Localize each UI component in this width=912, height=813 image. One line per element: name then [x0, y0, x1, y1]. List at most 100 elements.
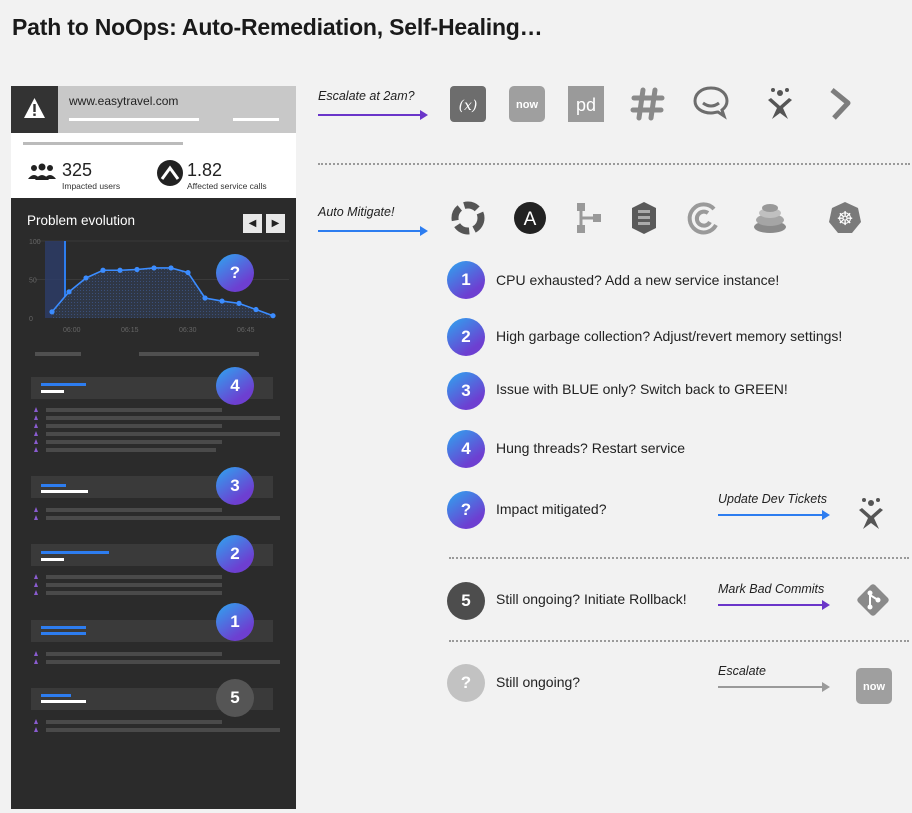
warning-icon: [11, 86, 58, 133]
servicenow-icon[interactable]: now: [856, 668, 892, 704]
service-calls-icon: [157, 160, 183, 186]
problem-evolution-chart: 100 50 0 06:00 06:15 06:30 06:45: [29, 239, 289, 334]
event-marker-icon: [34, 447, 38, 452]
step-text: High garbage collection? Adjust/revert m…: [496, 328, 843, 344]
event-marker-icon: [34, 727, 38, 732]
event-line: [41, 383, 86, 386]
event-detail-line: [46, 440, 222, 444]
chart-point: [202, 295, 208, 301]
event-marker-icon: [34, 507, 38, 512]
stats-bar: [23, 142, 183, 145]
hipchat-icon[interactable]: [693, 84, 729, 120]
event-badge[interactable]: 5: [216, 679, 254, 717]
event-marker-icon: [34, 423, 38, 428]
chart-point: [117, 267, 123, 273]
event-badge[interactable]: 4: [216, 367, 254, 405]
event-line: [41, 632, 86, 635]
event-marker-icon: [34, 415, 38, 420]
step-badge[interactable]: 5: [447, 582, 485, 620]
event-marker-icon: [34, 651, 38, 656]
chart-question-badge[interactable]: ?: [216, 254, 254, 292]
event-badge[interactable]: 2: [216, 535, 254, 573]
x-tick-label: 06:00: [63, 327, 81, 334]
pagerduty-text: pd: [576, 95, 596, 115]
chart-point: [185, 269, 191, 276]
event-detail-line: [46, 408, 222, 412]
mark-commits-label: Mark Bad Commits: [718, 582, 825, 596]
servicenow-text: now: [863, 681, 885, 693]
event-detail-line: [46, 660, 280, 664]
step-text: CPU exhausted? Add a new service instanc…: [496, 272, 780, 288]
stackstorm-icon[interactable]: [450, 200, 486, 236]
jira-icon[interactable]: [762, 86, 798, 122]
step-badge[interactable]: ?: [447, 491, 485, 529]
step-badge[interactable]: 1: [447, 261, 485, 299]
event-detail-line: [46, 424, 222, 428]
next-button[interactable]: ▶: [266, 214, 285, 233]
server-stack-icon[interactable]: [752, 200, 788, 236]
xmatters-icon[interactable]: (x): [450, 86, 486, 122]
mitigate-label: Auto Mitigate!: [318, 205, 395, 219]
chart-point: [100, 267, 106, 273]
jira-icon[interactable]: [853, 496, 889, 532]
event-detail-line: [46, 591, 222, 595]
event-line: [41, 626, 86, 629]
x-tick-label: 06:45: [237, 327, 255, 334]
prev-button[interactable]: ◀: [243, 214, 262, 233]
chart-point: [236, 300, 242, 306]
service-calls-value: 1.82: [187, 160, 223, 180]
escalate-action-label: Escalate: [718, 664, 766, 678]
victorops-icon[interactable]: [823, 86, 859, 122]
event-detail-line: [46, 720, 222, 724]
event-line: [41, 694, 71, 697]
chart-point: [168, 265, 174, 271]
step-badge[interactable]: ?: [447, 664, 485, 702]
event-line: [41, 551, 109, 554]
mitigate-arrow: [318, 226, 428, 236]
servicenow-icon[interactable]: now: [509, 86, 545, 122]
event-marker-icon: [34, 439, 38, 444]
page-title: Path to NoOps: Auto-Remediation, Self-He…: [12, 14, 543, 40]
step-badge[interactable]: 3: [447, 372, 485, 410]
section-divider: [449, 640, 909, 642]
header-bar: [233, 118, 279, 121]
chart-point: [270, 313, 276, 319]
update-tickets-arrow: [718, 510, 830, 520]
y-tick-label: 100: [29, 239, 41, 246]
chart-point: [219, 298, 225, 304]
section-divider: [449, 557, 909, 559]
kubernetes-icon[interactable]: ☸: [827, 200, 863, 236]
git-icon[interactable]: [855, 582, 891, 618]
y-tick-label: 0: [29, 316, 33, 323]
step-badge[interactable]: 4: [447, 430, 485, 468]
event-marker-icon: [34, 590, 38, 595]
chart-point: [151, 265, 157, 271]
event-line: [41, 558, 64, 561]
pagerduty-icon[interactable]: pd: [568, 86, 604, 122]
cloudcheck-icon[interactable]: [686, 200, 722, 236]
event-detail-line: [46, 575, 222, 579]
event-detail-line: [46, 508, 222, 512]
escalate-action-arrow: [718, 682, 830, 692]
event-marker-icon: [34, 407, 38, 412]
event-marker-icon: [34, 515, 38, 520]
step-badge[interactable]: 2: [447, 318, 485, 356]
event-badge[interactable]: 3: [216, 467, 254, 505]
escalate-label: Escalate at 2am?: [318, 89, 415, 103]
impact-stats: 325 Impacted users 1.82 Affected service…: [11, 133, 296, 198]
slack-icon[interactable]: [630, 86, 666, 122]
event-marker-icon: [34, 719, 38, 724]
section-divider: [318, 163, 910, 165]
event-badge[interactable]: 1: [216, 603, 254, 641]
update-tickets-label: Update Dev Tickets: [718, 492, 827, 506]
app-url[interactable]: www.easytravel.com: [69, 94, 178, 108]
step-text: Still ongoing? Initiate Rollback!: [496, 591, 687, 607]
aws-icon[interactable]: [626, 200, 662, 236]
y-tick-label: 50: [29, 278, 37, 285]
ansible-letter: A: [524, 209, 537, 230]
x-tick-label: 06:15: [121, 327, 139, 334]
graph-icon[interactable]: [571, 200, 607, 236]
header-bar: [69, 118, 199, 121]
ansible-icon[interactable]: A: [512, 200, 548, 236]
timeline-bar: [35, 352, 81, 356]
